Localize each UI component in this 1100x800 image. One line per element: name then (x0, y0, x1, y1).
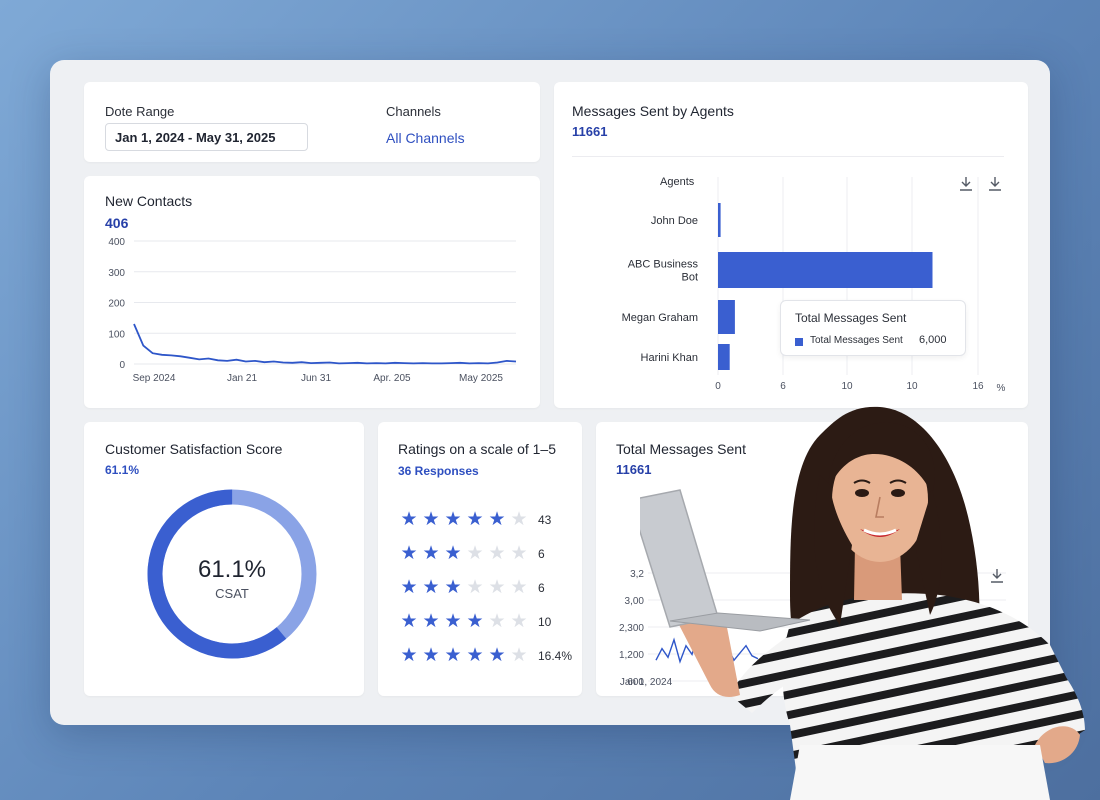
star-icon: ★ (444, 543, 462, 564)
legend-swatch (795, 338, 803, 346)
bar (718, 203, 721, 237)
bar (718, 344, 730, 370)
agents-card: Messages Sent by Agents 11661 Agents John… (554, 82, 1028, 408)
star-icon: ★ (400, 543, 418, 564)
star-icon: ★ (422, 509, 440, 530)
x-tick-label: 6 (780, 381, 786, 392)
x-tick-label: Sep 2024 (133, 373, 176, 384)
star-icon: ★ (466, 543, 484, 564)
x-tick-label: Jan 21 (227, 373, 257, 384)
star-icon: ★ (510, 611, 528, 632)
category-label: Bot (681, 272, 698, 284)
channels-label: Channels (386, 104, 441, 119)
y-tick-label: 400 (108, 237, 125, 248)
star-icon: ★ (488, 577, 506, 598)
category-label: ABC Business (628, 259, 699, 271)
category-label: Megan Graham (622, 312, 698, 324)
x-tick-label: 0 (715, 381, 721, 392)
csat-card: Customer Satisfaction Score 61.1% 61.1% … (84, 422, 364, 696)
star-icon: ★ (510, 509, 528, 530)
star-icon: ★ (422, 645, 440, 666)
star-icon: ★ (422, 611, 440, 632)
csat-center-value: 61.1% (197, 556, 267, 583)
new-contacts-chart: 400 300 200 100 0 Sep 2024 Jan 21 Jun 31 Apr. 20… (108, 237, 517, 384)
star-icon: ★ (510, 543, 528, 564)
chart-tooltip: Total Messages Sent Total Messages Sent … (780, 300, 966, 356)
y-axis-title: Agents (660, 176, 695, 188)
star-icon: ★ (400, 577, 418, 598)
rating-count: 16.4% (538, 649, 573, 663)
star-icon: ★ (466, 611, 484, 632)
rating-count: 43 (538, 513, 552, 527)
star-icon: ★ (510, 645, 528, 666)
rating-row: ★ ★ ★ ★ ★ ★ 43 (398, 509, 552, 530)
csat-center-label: CSAT (215, 586, 249, 601)
star-icon: ★ (400, 509, 418, 530)
tooltip-title: Total Messages Sent (795, 311, 907, 325)
x-tick-label: May 2025 (459, 373, 503, 384)
date-range-label: Dote Range (105, 104, 175, 119)
bar (718, 252, 933, 288)
x-tick-label: Apr. 205 (373, 373, 411, 384)
star-icon: ★ (488, 509, 506, 530)
star-icon: ★ (444, 611, 462, 632)
star-icon: ★ (444, 509, 462, 530)
rating-row: ★ ★ ★ ★ ★ ★ 6 (398, 577, 545, 598)
star-icon: ★ (466, 645, 484, 666)
star-icon: ★ (488, 543, 506, 564)
ratings-title: Ratings on a scale of 1–5 (398, 441, 556, 457)
star-icon: ★ (444, 577, 462, 598)
rating-count: 6 (538, 547, 545, 561)
rating-count: 10 (538, 615, 552, 629)
x-tick-label: 10 (841, 381, 853, 392)
y-tick-label: 0 (119, 360, 125, 371)
tooltip-value: 6,000 (919, 334, 947, 346)
star-icon: ★ (488, 611, 506, 632)
channels-select[interactable]: All Channels (386, 130, 465, 146)
rating-row: ★ ★ ★ ★ ★ ★ 6 (398, 543, 545, 564)
new-contacts-card: New Contacts 406 400 300 200 100 0 Sep 2024 Ja… (84, 176, 540, 408)
x-tick-label: Jun 31 (301, 373, 331, 384)
download-icon[interactable] (959, 176, 973, 192)
bar (718, 300, 735, 334)
rating-row: ★ ★ ★ ★ ★ ★ 16.4% (398, 645, 573, 666)
download-icon[interactable] (988, 176, 1002, 192)
star-icon: ★ (400, 611, 418, 632)
star-icon: ★ (510, 577, 528, 598)
tooltip-series-label: Total Messages Sent (810, 335, 903, 346)
star-icon: ★ (466, 509, 484, 530)
agents-chart: Agents John Doe ABC BusinessBot Megan Graha… (622, 176, 1006, 394)
rating-count: 6 (538, 581, 545, 595)
person-with-laptop-illustration (640, 406, 1085, 800)
ratings-card: Ratings on a scale of 1–5 36 Responses ★… (378, 422, 582, 696)
star-icon: ★ (400, 645, 418, 666)
filters-card: Dote Range Jan 1, 2024 - May 31, 2025 Ch… (84, 82, 540, 162)
y-tick-label: 100 (108, 329, 125, 340)
series-line (133, 323, 517, 365)
x-tick-label: 16 (972, 381, 984, 392)
star-icon: ★ (422, 577, 440, 598)
x-tick-label: 10 (906, 381, 918, 392)
star-icon: ★ (466, 577, 484, 598)
star-icon: ★ (488, 645, 506, 666)
category-label: Harini Khan (641, 352, 698, 364)
star-icon: ★ (444, 645, 462, 666)
date-range-input[interactable]: Jan 1, 2024 - May 31, 2025 (105, 123, 308, 151)
y-tick-label: 200 (108, 299, 125, 310)
rating-row: ★ ★ ★ ★ ★ ★ 10 (398, 611, 552, 632)
y-tick-label: 300 (108, 268, 125, 279)
x-unit-label: % (997, 383, 1006, 394)
star-icon: ★ (422, 543, 440, 564)
category-label: John Doe (651, 215, 698, 227)
ratings-responses: 36 Responses (398, 464, 479, 478)
